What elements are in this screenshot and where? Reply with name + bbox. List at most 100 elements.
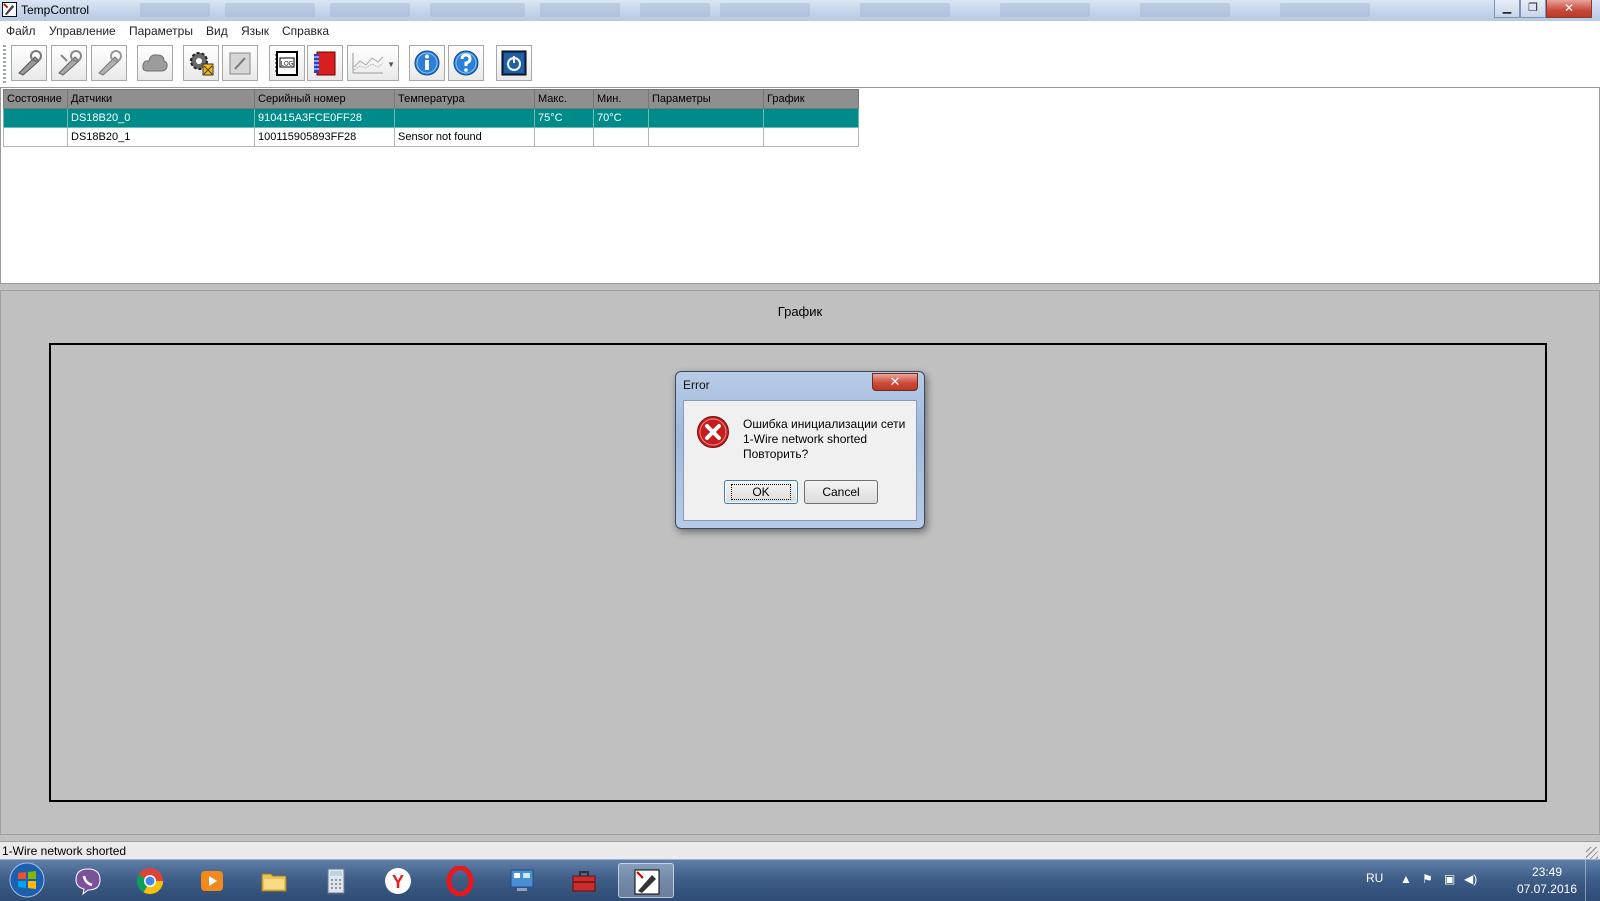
cell-serial: 910415A3FCE0FF28 [254,108,395,128]
sensor-disconnect-icon [58,50,82,76]
edit-button[interactable] [222,45,258,81]
toolbar-grip[interactable] [3,45,6,84]
close-icon: ✕ [889,374,901,389]
chart-icon [352,53,384,74]
settings-button[interactable] [183,45,219,81]
help-icon [453,50,479,76]
language-indicator[interactable]: RU [1366,871,1383,885]
taskbar-control-panel[interactable] [494,863,550,898]
taskbar-media-player[interactable] [184,863,240,898]
viber-icon [75,868,101,896]
maximize-button[interactable]: ❐ [1520,0,1546,18]
status-bar: 1-Wire network shorted [0,841,1600,860]
taskbar-calculator[interactable] [308,863,364,898]
show-desktop-button[interactable] [1585,860,1600,901]
column-header-temperature[interactable]: Температура [394,89,535,109]
dialog-message-line: Повторить? [743,447,809,461]
menu-file[interactable]: Файл [6,24,36,38]
start-button[interactable] [4,861,50,899]
network-icon[interactable]: ▣ [1444,872,1455,886]
explorer-folder-icon [261,873,287,892]
ok-button[interactable]: OK [724,480,798,504]
cell-sensor: DS18B20_0 [67,108,255,128]
restore-icon: ❐ [1528,2,1538,14]
edit-note-icon [229,52,251,75]
column-header-min[interactable]: Мин. [593,89,649,109]
toolbar: LOG ▼ [0,42,1600,87]
taskbar-opera[interactable] [432,863,488,898]
cell-max: 75°C [534,108,594,128]
window-titlebar[interactable]: TempControl ▁ ❐ ✕ [0,0,1600,22]
table-row[interactable]: DS18B20_1 100115905893FF28 Sensor not fo… [3,127,859,147]
menu-parameters[interactable]: Параметры [129,24,193,38]
column-header-status[interactable]: Состояние [3,89,68,109]
flag-icon[interactable]: ⚑ [1422,872,1433,886]
column-header-params[interactable]: Параметры [648,89,764,109]
log-icon: LOG [275,51,298,76]
menu-language[interactable]: Язык [241,24,269,38]
sensor-search-icon [98,50,122,76]
connect-sensor-button[interactable] [11,45,47,81]
control-panel-icon [510,869,534,891]
info-button[interactable] [409,45,445,81]
taskbar-chrome[interactable] [122,863,178,898]
cell-status [3,127,68,147]
close-button[interactable]: ✕ [1546,0,1592,18]
sensor-table: Состояние Датчики Серийный номер Темпера… [3,89,859,147]
cell-chart [763,127,859,147]
cancel-button-label: Cancel [822,485,860,499]
cell-max [534,127,594,147]
close-icon: ✕ [1563,1,1575,15]
exit-button[interactable] [496,45,532,81]
power-icon [501,50,527,76]
ghost-tab [1280,3,1370,17]
ok-button-label: OK [731,484,791,500]
taskbar-viber[interactable] [60,863,116,898]
help-button[interactable] [448,45,484,81]
cell-temperature: Sensor not found [394,127,535,147]
window-title: TempControl [21,3,90,17]
book-button[interactable] [307,45,343,81]
dialog-close-button[interactable]: ✕ [872,373,918,391]
menu-control[interactable]: Управление [49,24,116,38]
table-row[interactable]: DS18B20_0 910415A3FCE0FF28 75°C 70°C [3,108,859,128]
column-header-serial[interactable]: Серийный номер [254,89,395,109]
app-icon [2,2,17,17]
chart-dropdown-button[interactable]: ▼ [347,45,399,81]
cloud-button[interactable] [137,45,173,81]
resize-grip[interactable] [1586,847,1598,859]
taskbar-explorer[interactable] [246,863,302,898]
ghost-tab [640,3,710,17]
ghost-tab [330,3,410,17]
cell-min [593,127,649,147]
tray-expand-icon[interactable]: ▲ [1400,872,1412,886]
ghost-tab [860,3,950,17]
column-header-chart[interactable]: График [763,89,859,109]
toolbox-icon [572,871,596,892]
cancel-button[interactable]: Cancel [804,480,878,504]
taskbar-toolbox[interactable] [556,863,612,898]
menu-help[interactable]: Справка [282,24,329,38]
error-icon [697,416,729,448]
taskbar-yandex[interactable]: Y [370,863,426,898]
log-button[interactable]: LOG [269,45,305,81]
cell-serial: 100115905893FF28 [254,127,395,147]
clock-time[interactable]: 23:49 [1532,865,1562,879]
system-tray: RU ▲ ⚑ ▣ ◀) 23:49 07.07.2016 [1340,860,1600,901]
opera-icon [446,866,474,896]
menu-view[interactable]: Вид [206,24,228,38]
dialog-title: Error [683,378,710,392]
minimize-button[interactable]: ▁ [1494,0,1520,18]
cell-chart [763,108,859,128]
volume-icon[interactable]: ◀) [1464,872,1477,886]
disconnect-sensor-button[interactable] [51,45,87,81]
clock-date[interactable]: 07.07.2016 [1517,882,1577,896]
taskbar-tempcontrol[interactable] [618,863,674,898]
column-header-sensors[interactable]: Датчики [67,89,255,109]
ghost-tab [225,3,315,17]
column-header-max[interactable]: Макс. [534,89,594,109]
search-sensor-button[interactable] [91,45,127,81]
dialog-body: Ошибка инициализации сети 1-Wire network… [683,400,917,521]
ghost-tab [1000,3,1090,17]
cell-temperature [394,108,535,128]
